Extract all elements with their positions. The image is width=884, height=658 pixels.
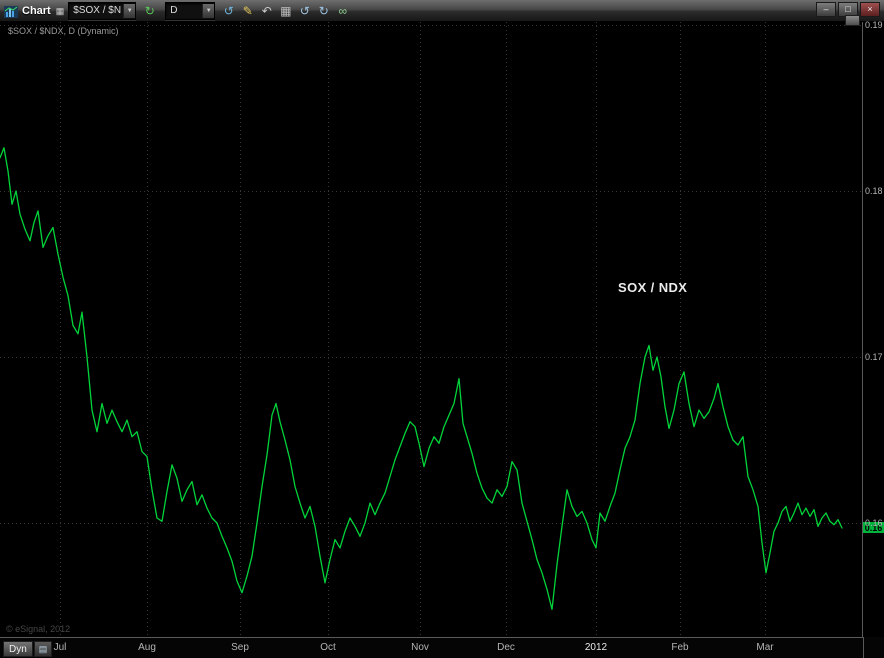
chevron-down-icon[interactable]: ▼ (123, 4, 135, 18)
chart-plot-area[interactable]: $SOX / $NDX, D (Dynamic) SOX / NDX © eSi… (0, 22, 884, 637)
draw-tools-button[interactable]: ✎ (238, 2, 257, 20)
price-chart (0, 22, 862, 637)
x-axis-label: Dec (497, 642, 515, 653)
forward-icon: ↻ (319, 4, 329, 18)
y-axis-label: 0.16 (865, 518, 883, 528)
x-axis-label: Aug (138, 642, 156, 653)
undo-button[interactable]: ↶ (257, 2, 276, 20)
x-axis-label: Oct (320, 642, 336, 653)
forward-button[interactable]: ↻ (314, 2, 333, 20)
axis-corner (863, 637, 884, 658)
symbol-refresh-icon: ↻ (145, 4, 155, 18)
draw-tools-icon: ✎ (243, 4, 253, 18)
x-axis-label: Mar (756, 642, 773, 653)
price-axis[interactable]: 0.16 0.190.180.170.16 (862, 22, 884, 637)
dyn-button[interactable]: Dyn (3, 641, 33, 657)
undo-icon: ↶ (262, 4, 272, 18)
time-axis-bar[interactable]: Dyn ▤ Jul Aug Sep Oct Nov Dec 2012 Feb Mar (0, 637, 884, 658)
close-button[interactable]: × (860, 2, 880, 17)
layout-badge-icon: ▦ (56, 6, 65, 16)
back-button[interactable]: ↺ (295, 2, 314, 20)
back-icon: ↺ (300, 4, 310, 18)
minimize-button[interactable]: – (816, 2, 836, 17)
x-axis-label: Nov (411, 642, 429, 653)
chart-legend: $SOX / $NDX, D (Dynamic) (8, 26, 119, 36)
x-axis-label: Jul (54, 642, 67, 653)
quote-window-button[interactable]: ▦ (276, 2, 295, 20)
interval-refresh-icon: ↺ (224, 4, 234, 18)
interval-combo-value: D (170, 5, 177, 16)
symbol-combo[interactable]: $SOX / $N ▼ (68, 2, 136, 20)
x-axis-label: Feb (671, 642, 688, 653)
esignal-watermark: © eSignal, 2012 (6, 624, 70, 634)
chart-text-annotation: SOX / NDX (618, 280, 687, 295)
x-axis-label: 2012 (585, 642, 607, 653)
link-button[interactable]: ∞ (333, 2, 352, 20)
interval-refresh-button[interactable]: ↺ (219, 2, 238, 20)
symbol-refresh-button[interactable]: ↻ (140, 2, 159, 20)
titlebar: Chart ▦ $SOX / $N ▼ ↻ D ▼ ↺✎↶▦↺↻∞ – □ × (0, 0, 884, 22)
x-axis-label: Sep (231, 642, 249, 653)
mdi-restore-button[interactable] (845, 15, 860, 26)
chart-app-icon (4, 5, 18, 17)
window-title: Chart (22, 5, 51, 17)
quote-window-icon: ▦ (280, 4, 291, 18)
chart-window: Chart ▦ $SOX / $N ▼ ↻ D ▼ ↺✎↶▦↺↻∞ – □ × … (0, 0, 884, 658)
link-icon: ∞ (338, 4, 347, 18)
dyn-grid-icon[interactable]: ▤ (34, 641, 52, 657)
y-axis-label: 0.17 (865, 352, 883, 362)
interval-combo[interactable]: D ▼ (165, 2, 215, 20)
chevron-down-icon[interactable]: ▼ (202, 4, 214, 18)
symbol-combo-value: $SOX / $N (73, 5, 121, 16)
y-axis-label: 0.18 (865, 186, 883, 196)
y-axis-label: 0.19 (865, 20, 883, 30)
